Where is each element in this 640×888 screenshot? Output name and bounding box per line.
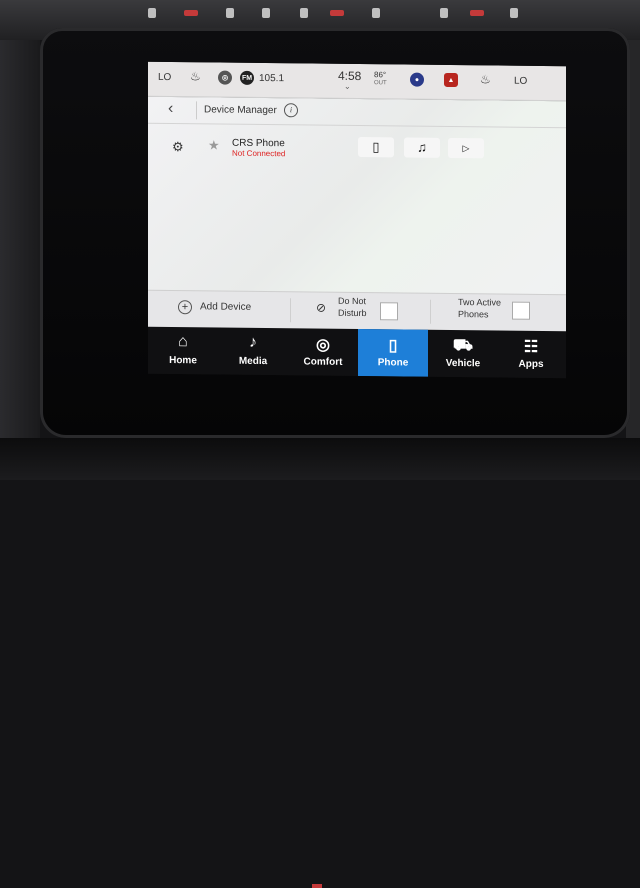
vent-indicator [184,10,198,16]
infotainment-screen: LO ♨ ◎ FM 105.1 4:58 ⌄ 86° OUT ● ▲ ♨ LO … [148,61,566,379]
right-temp[interactable]: LO [514,76,527,87]
phone-icon[interactable]: ▯ [358,137,394,158]
vent-indicator [470,10,484,16]
two-phones-label-line1: Two Active [458,297,502,308]
heated-seat-right-icon[interactable]: ♨ [480,72,491,86]
do-not-disturb-checkbox[interactable] [380,302,398,321]
nav-apps[interactable]: ☷ Apps [496,330,566,378]
nav-label: Comfort [303,356,343,368]
back-chevron-icon[interactable]: ‹ [168,100,173,118]
nav-media[interactable]: ♪ Media [218,328,288,376]
bottom-nav: ⌂ Home ♪ Media ◎ Comfort ▯ Phone ⛟ Vehic… [148,326,566,379]
radio-badge[interactable]: FM [240,70,254,85]
outside-label: OUT [374,80,387,87]
comfort-icon: ◎ [316,336,330,354]
radio-frequency[interactable]: 105.1 [259,73,284,84]
vent-knob [148,8,156,18]
apps-grid-icon: ☷ [523,338,539,356]
bottom-actions: + Add Device ⊘ Do Not Disturb Two Active… [148,289,566,333]
profile-icon[interactable]: ● [410,72,424,87]
device-status: Not Connected [232,148,286,159]
status-bar: LO ♨ ◎ FM 105.1 4:58 ⌄ 86° OUT ● ▲ ♨ LO [148,61,566,102]
left-temp[interactable]: LO [158,72,171,83]
device-row[interactable]: ⚙ ★ CRS Phone Not Connected ▯ ♫ ▷ [148,131,566,171]
nav-label: Vehicle [445,357,481,370]
vent-knob [440,8,448,18]
page-title: Device Manager [204,104,277,117]
vent-knob [300,8,308,18]
bottom-indicator [312,884,322,888]
gear-icon[interactable]: ⚙ [172,139,184,155]
dnd-label-line1: Do Not [338,295,367,307]
outside-temp: 86° [374,70,387,80]
nav-label: Phone [377,357,409,369]
dnd-label-line2: Disturb [338,307,367,319]
device-manager-panel: ‹ Device Manager i ⚙ ★ CRS Phone Not Con… [148,96,566,333]
two-active-phones-checkbox[interactable] [512,301,530,320]
vent-knob [372,8,380,18]
play-icon[interactable]: ▷ [448,137,484,159]
dashboard-left-panel [0,40,40,460]
car-icon: ⛟ [452,337,474,355]
info-icon[interactable]: i [284,103,298,118]
nav-vehicle[interactable]: ⛟ Vehicle [428,330,498,378]
do-not-disturb-icon: ⊘ [316,300,327,315]
steering-wheel-icon[interactable]: ◎ [218,70,232,85]
page-header: ‹ Device Manager i [148,96,566,129]
phone-icon: ▯ [388,337,398,355]
nav-label: Media [238,355,268,368]
nav-comfort[interactable]: ◎ Comfort [288,328,358,376]
add-device-button[interactable]: Add Device [200,301,251,313]
vent-indicator [330,10,344,16]
divider [430,299,431,324]
vent-knob [226,8,234,18]
home-icon: ⌂ [178,333,188,351]
music-note-icon: ♪ [249,333,257,351]
star-icon[interactable]: ★ [208,137,220,153]
dashboard-bottom [0,438,640,888]
divider [290,298,291,323]
device-name: CRS Phone [232,137,285,150]
heated-seat-left-icon[interactable]: ♨ [190,69,201,83]
plus-icon[interactable]: + [178,300,192,315]
chevron-down-icon[interactable]: ⌄ [344,82,351,91]
nav-label: Home [169,355,197,367]
header-divider [196,101,197,120]
nav-phone[interactable]: ▯ Phone [358,329,428,377]
clock: 4:58 [338,68,362,84]
vent-knob [262,8,270,18]
nav-home[interactable]: ⌂ Home [148,327,218,375]
nav-label: Apps [518,358,544,370]
vent-knob [510,8,518,18]
two-phones-label-line2: Phones [458,309,489,320]
hazard-icon[interactable]: ▲ [444,72,458,88]
music-note-icon[interactable]: ♫ [404,137,440,158]
